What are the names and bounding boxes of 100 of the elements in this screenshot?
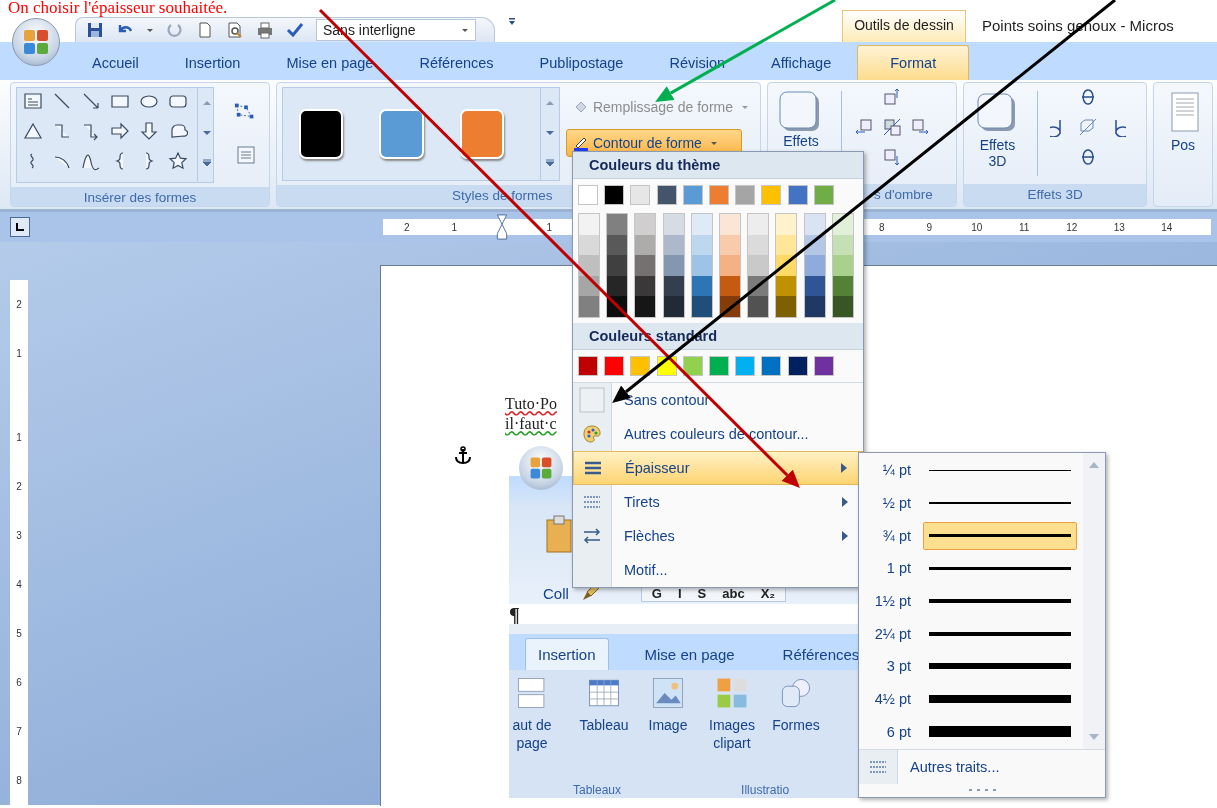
shape-style-swatch[interactable] — [298, 109, 344, 159]
triangle-icon[interactable] — [23, 121, 43, 141]
ribbon-tab[interactable]: Insertion — [164, 55, 261, 80]
ribbon-tab[interactable]: Accueil — [72, 55, 159, 80]
ribbon-tab[interactable]: Références — [399, 55, 514, 80]
shape-style-swatch[interactable] — [379, 109, 424, 159]
indent-marker-icon[interactable] — [495, 214, 508, 240]
shadow-left-icon[interactable] — [854, 117, 874, 137]
ribbon-tab[interactable]: Affichage — [751, 55, 852, 80]
color-swatch[interactable] — [719, 214, 740, 235]
printer-icon[interactable] — [256, 21, 274, 39]
ribbon-tab[interactable]: Publipostage — [519, 55, 644, 80]
office-button[interactable] — [12, 18, 60, 66]
menu-item[interactable]: Épaisseur — [573, 450, 863, 485]
color-swatch[interactable] — [708, 185, 729, 205]
color-swatch[interactable] — [682, 185, 703, 205]
color-swatch[interactable] — [832, 275, 853, 296]
color-swatch[interactable] — [682, 355, 703, 376]
caret-icon[interactable] — [146, 26, 154, 34]
color-swatch[interactable] — [630, 185, 651, 205]
3d-effects-button[interactable]: Effets 3D — [969, 87, 1026, 180]
line-weight-option[interactable]: ½ pt — [859, 486, 1083, 520]
color-swatch[interactable] — [663, 296, 684, 317]
shadow-up-icon[interactable] — [882, 87, 902, 107]
elbow-connector-icon[interactable] — [52, 121, 72, 141]
color-swatch[interactable] — [761, 185, 782, 205]
color-swatch[interactable] — [663, 234, 684, 255]
color-swatch[interactable] — [691, 296, 712, 317]
line-weight-option[interactable]: 1 pt — [859, 552, 1083, 585]
color-swatch[interactable] — [635, 275, 656, 296]
color-swatch[interactable] — [635, 234, 656, 255]
color-swatch[interactable] — [804, 214, 825, 235]
position-button[interactable]: Pos — [1159, 87, 1207, 202]
color-swatch[interactable] — [579, 234, 599, 255]
ribbon-tab[interactable]: Révision — [649, 55, 746, 80]
color-swatch[interactable] — [607, 214, 628, 235]
new-document-icon[interactable] — [196, 21, 214, 39]
line-weight-option[interactable]: 2¼ pt — [859, 617, 1083, 651]
ribbon-tab[interactable]: Mise en page — [266, 55, 394, 80]
curve-icon[interactable] — [81, 151, 101, 171]
3d-toggle-icon[interactable] — [1078, 117, 1099, 137]
star-icon[interactable] — [168, 151, 188, 171]
print-preview-icon[interactable] — [226, 21, 244, 39]
color-swatch[interactable] — [719, 275, 740, 296]
shadow-down-icon[interactable] — [882, 147, 902, 167]
shadow-toggle-icon[interactable] — [882, 117, 902, 137]
color-swatch[interactable] — [804, 296, 825, 317]
color-swatch[interactable] — [719, 234, 740, 255]
color-swatch[interactable] — [748, 214, 769, 235]
color-swatch[interactable] — [691, 275, 712, 296]
line-weight-option[interactable]: 3 pt — [859, 650, 1083, 683]
shape-style-swatch[interactable] — [459, 109, 504, 159]
menu-item[interactable]: Autres traits... — [859, 750, 1105, 784]
color-swatch[interactable] — [663, 214, 684, 235]
color-swatch[interactable] — [691, 214, 712, 235]
color-swatch[interactable] — [578, 355, 598, 376]
color-swatch[interactable] — [813, 185, 834, 205]
color-swatch[interactable] — [776, 296, 797, 317]
color-swatch[interactable] — [579, 255, 599, 276]
color-swatch[interactable] — [787, 355, 808, 376]
color-swatch[interactable] — [748, 296, 769, 317]
down-arrow-icon[interactable] — [139, 121, 159, 141]
shadow-right-icon[interactable] — [910, 117, 930, 137]
color-swatch[interactable] — [748, 255, 769, 276]
color-swatch[interactable] — [804, 255, 825, 276]
line-weight-option[interactable]: 1½ pt — [859, 584, 1083, 618]
resize-grip-icon[interactable] — [967, 788, 997, 792]
right-arrow-icon[interactable] — [110, 121, 130, 141]
office-logo-icon[interactable] — [21, 27, 51, 57]
color-swatch[interactable] — [832, 296, 853, 317]
color-swatch[interactable] — [663, 275, 684, 296]
color-swatch[interactable] — [776, 275, 797, 296]
color-swatch[interactable] — [607, 234, 628, 255]
color-swatch[interactable] — [663, 255, 684, 276]
color-swatch[interactable] — [578, 185, 598, 205]
line-weight-option[interactable]: 6 pt — [859, 715, 1083, 749]
text-box-icon[interactable] — [23, 91, 43, 111]
spelling-check-icon[interactable] — [286, 21, 304, 39]
color-swatch[interactable] — [635, 214, 656, 235]
caret-icon[interactable] — [461, 26, 469, 34]
color-swatch[interactable] — [832, 234, 853, 255]
color-swatch[interactable] — [691, 234, 712, 255]
color-swatch[interactable] — [630, 355, 651, 376]
color-swatch[interactable] — [832, 255, 853, 276]
line-icon[interactable] — [52, 91, 72, 111]
save-icon[interactable] — [86, 21, 104, 39]
color-swatch[interactable] — [787, 185, 808, 205]
color-swatch[interactable] — [656, 185, 677, 205]
ribbon-tab[interactable]: Format — [857, 45, 970, 80]
color-swatch[interactable] — [691, 255, 712, 276]
color-swatch[interactable] — [635, 296, 656, 317]
color-swatch[interactable] — [735, 185, 756, 205]
color-swatch[interactable] — [708, 355, 729, 376]
color-swatch[interactable] — [748, 234, 769, 255]
color-swatch[interactable] — [579, 296, 599, 317]
menu-item[interactable]: Autres couleurs de contour... — [573, 416, 863, 451]
color-swatch[interactable] — [635, 255, 656, 276]
color-swatch[interactable] — [761, 355, 782, 376]
color-swatch[interactable] — [604, 185, 625, 205]
color-swatch[interactable] — [579, 214, 599, 235]
